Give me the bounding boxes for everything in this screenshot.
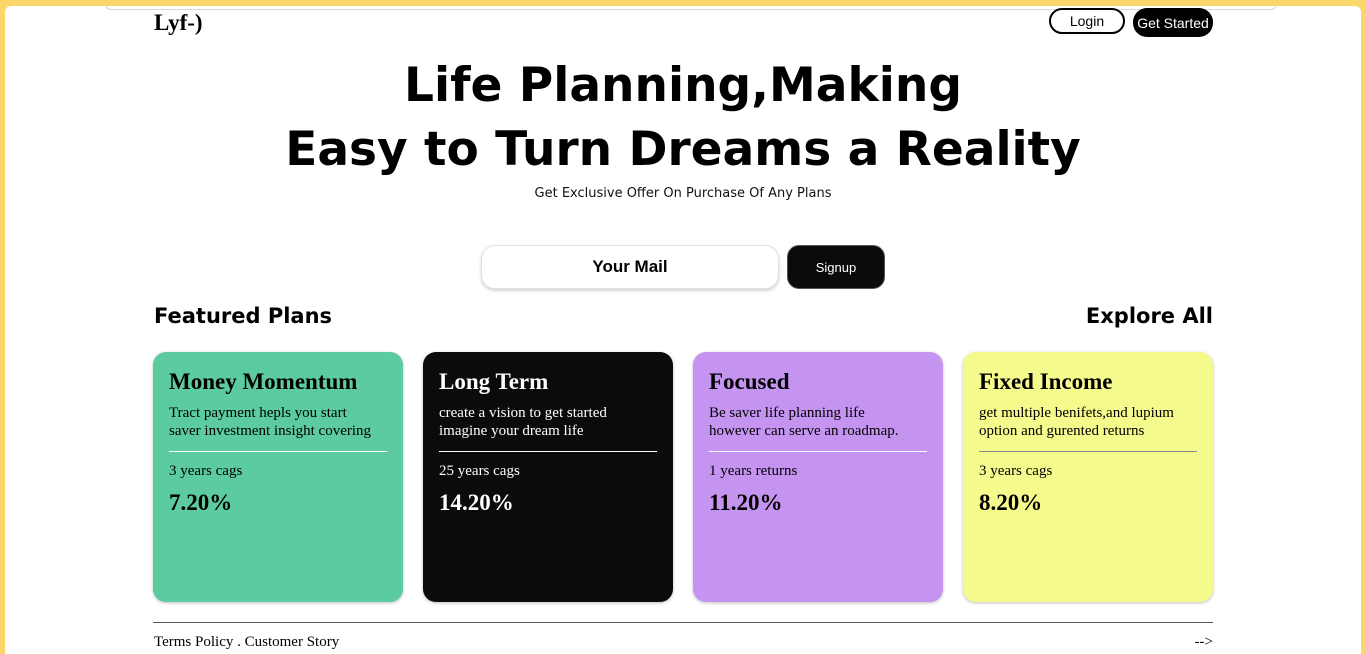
page: Lyf-) Login Get Started Life Planning,Ma…: [5, 6, 1361, 654]
plan-card-long-term[interactable]: Long Term create a vision to get started…: [423, 352, 673, 602]
plan-card-description-line: option and gurented returns: [979, 423, 1145, 439]
plan-card-focused[interactable]: Focused Be saver life planning life howe…: [693, 352, 943, 602]
plan-card-description: create a vision to get started imagine y…: [439, 404, 657, 440]
plan-card-description-line: saver investment insight covering: [169, 423, 372, 439]
plan-card-description: Tract payment hepls you start saver inve…: [169, 404, 387, 440]
plan-card-title: Fixed Income: [979, 369, 1113, 394]
plan-card-description: Be saver life planning life however can …: [709, 404, 927, 440]
logo[interactable]: Lyf-): [154, 10, 203, 36]
plan-card-stat: 3 years cags: [169, 463, 243, 479]
plan-card-divider: [169, 451, 387, 452]
plan-card-description-line: however can serve an roadmap.: [709, 423, 899, 439]
plan-card-title: Long Term: [439, 369, 549, 394]
plan-card-money-momentum[interactable]: Money Momentum Tract payment hepls you s…: [153, 352, 403, 602]
explore-all-link[interactable]: Explore All: [1086, 304, 1213, 328]
plan-card-title: Focused: [709, 369, 790, 394]
plan-card-divider: [709, 451, 927, 452]
plan-card-stat: 3 years cags: [979, 463, 1053, 479]
hero-title-line-2: Easy to Turn Dreams a Reality: [285, 122, 1081, 177]
plan-card-stat: 25 years cags: [439, 463, 520, 479]
plan-card-description-line: imagine your dream life: [439, 423, 584, 439]
hero-title-line-1: Life Planning,Making: [404, 58, 962, 113]
plan-cards: Money Momentum Tract payment hepls you s…: [153, 352, 1213, 602]
hero-title: Life Planning,Making Easy to Turn Dreams…: [5, 54, 1361, 182]
featured-plans-heading: Featured Plans: [154, 304, 333, 328]
hero-subtitle: Get Exclusive Offer On Purchase Of Any P…: [534, 186, 832, 201]
plan-card-value: 14.20%: [439, 490, 514, 515]
plan-card-description-line: create a vision to get started: [439, 405, 607, 421]
footer-divider: [153, 622, 1213, 623]
plan-card-description: get multiple benifets,and lupium option …: [979, 404, 1197, 440]
plan-card-title: Money Momentum: [169, 369, 358, 394]
plan-card-divider: [439, 451, 657, 452]
get-started-button[interactable]: Get Started: [1133, 8, 1213, 37]
plan-card-description-line: Be saver life planning life: [709, 405, 865, 421]
plan-card-description-line: get multiple benifets,and lupium: [979, 405, 1174, 421]
email-field[interactable]: [481, 245, 779, 289]
plan-card-stat: 1 years returns: [709, 463, 798, 479]
footer-links[interactable]: Terms Policy . Customer Story: [154, 634, 339, 651]
plan-card-value: 11.20%: [709, 490, 783, 515]
plan-card-value: 8.20%: [979, 490, 1043, 515]
footer-arrow-link[interactable]: -->: [1195, 634, 1213, 651]
plan-card-value: 7.20%: [169, 490, 233, 515]
plan-card-fixed-income[interactable]: Fixed Income get multiple benifets,and l…: [963, 352, 1213, 602]
signup-button[interactable]: Signup: [787, 245, 885, 289]
login-button[interactable]: Login: [1049, 8, 1125, 34]
plan-card-divider: [979, 451, 1197, 452]
plan-card-description-line: Tract payment hepls you start: [169, 405, 347, 421]
